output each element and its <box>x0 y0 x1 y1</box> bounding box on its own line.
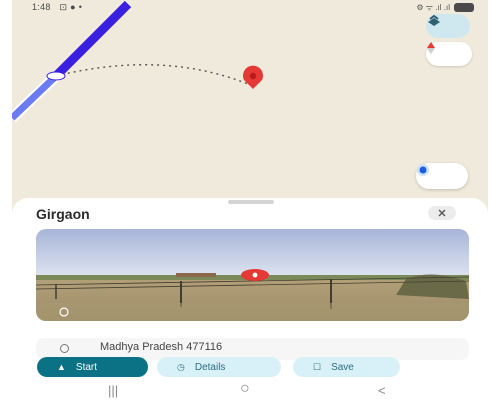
layers-icon <box>428 14 440 26</box>
close-button[interactable] <box>428 206 456 220</box>
map-canvas <box>12 0 263 122</box>
my-location-button[interactable] <box>416 163 468 189</box>
place-bottom-sheet: Girgaon Madhya Pradesh 477116 ▲ Start ◷ … <box>12 198 488 405</box>
address-text: Madhya Pradesh 477116 <box>100 341 223 353</box>
street-view-marker <box>241 269 269 281</box>
phone-screen: 1:48 ⊡ ● • ⚙ ᯤ .ıl .ıl Girgaon Madhya Pr… <box>0 0 495 405</box>
save-label: Save <box>331 361 354 373</box>
map-view[interactable]: 1:48 ⊡ ● • ⚙ ᯤ .ıl .ıl <box>12 0 488 220</box>
home-button[interactable]: ○ <box>240 380 250 398</box>
layers-button[interactable] <box>426 14 470 38</box>
street-view-photo[interactable] <box>36 229 469 321</box>
close-icon <box>438 209 446 217</box>
action-chips: ▲ Start ◷ Details ☐ Save <box>12 357 488 379</box>
compass-button[interactable] <box>426 42 472 66</box>
system-nav-bar: ||| ○ < <box>12 380 488 404</box>
road-segment <box>12 73 59 121</box>
clock-text: 1:48 <box>32 2 51 12</box>
location-pin-icon <box>60 344 69 353</box>
clock-icon: ◷ <box>177 361 185 372</box>
battery-icon <box>454 3 474 12</box>
start-label: Start <box>75 361 98 373</box>
recent-apps-button[interactable]: ||| <box>108 383 118 398</box>
save-button[interactable]: ☐ Save <box>293 357 400 377</box>
details-label: Details <box>194 361 226 373</box>
status-icons-right: ⚙ ᯤ .ıl .ıl <box>416 3 450 12</box>
back-button[interactable]: < <box>378 383 386 398</box>
navigation-arrow-icon: ▲ <box>57 361 66 372</box>
start-button[interactable]: ▲ Start <box>37 357 148 377</box>
status-time: 1:48 ⊡ ● • <box>32 2 82 13</box>
walking-path <box>55 64 249 85</box>
status-icons-left: ⊡ ● • <box>59 2 83 12</box>
drag-handle[interactable] <box>228 200 274 204</box>
maps-app: 1:48 ⊡ ● • ⚙ ᯤ .ıl .ıl Girgaon Madhya Pr… <box>12 0 488 405</box>
route-line <box>52 0 132 80</box>
place-pin-icon[interactable] <box>243 65 263 89</box>
street-view-image <box>36 229 469 321</box>
details-button[interactable]: ◷ Details <box>157 357 281 377</box>
place-title: Girgaon <box>36 206 90 222</box>
compass-icon <box>427 42 435 54</box>
status-icons: ⚙ ᯤ .ıl .ıl <box>416 2 474 13</box>
route-end-marker <box>46 71 66 81</box>
bookmark-icon: ☐ <box>313 361 322 372</box>
my-location-icon <box>417 164 429 176</box>
